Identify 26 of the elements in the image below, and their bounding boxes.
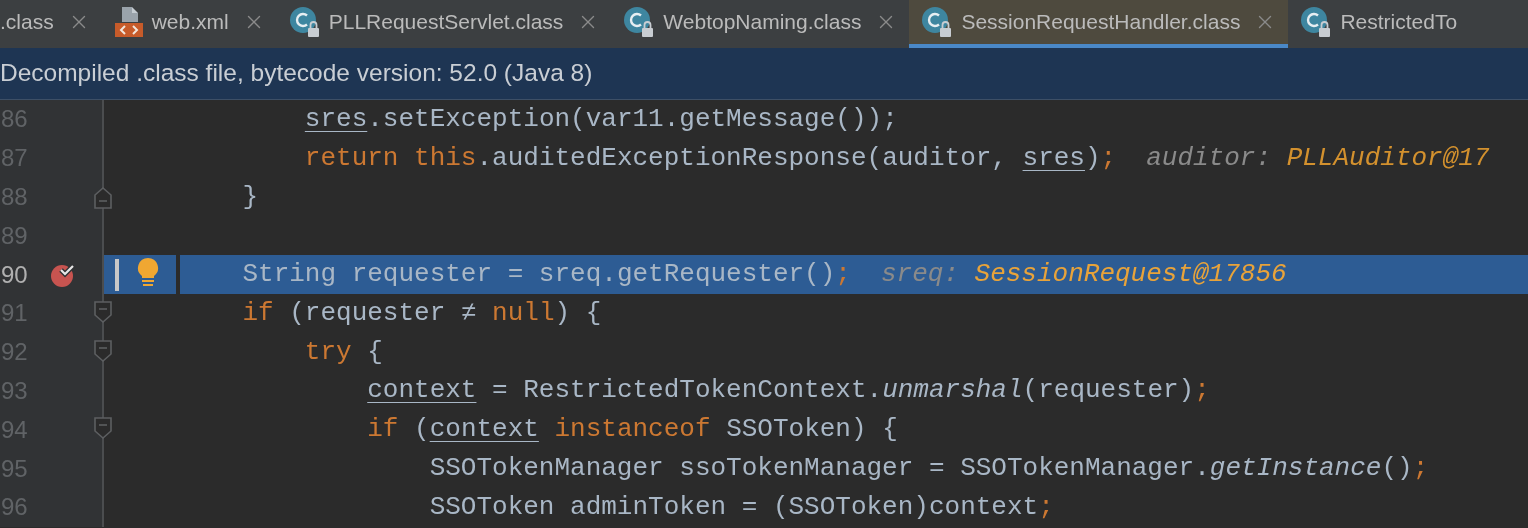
code-line: SSOToken adminToken = (SSOToken)context; <box>428 490 1054 524</box>
caret-bar-icon <box>115 258 119 291</box>
locked-class-icon <box>288 6 321 38</box>
fold-marker-icon[interactable] <box>93 300 113 324</box>
code-line: context = RestrictedTokenContext.unmarshal(requester); <box>366 374 1210 408</box>
locked-class-icon <box>1300 6 1333 38</box>
code-line: if (requester ≠ null) { <box>241 296 602 330</box>
code-line: SSOTokenManager ssoTokenManager = SSOTokenManager.getInstance(); <box>428 452 1429 486</box>
inline-value-hint: auditor: PLLAuditor@17 <box>1146 141 1490 175</box>
xml-file-icon <box>113 6 144 38</box>
code-line: try { <box>303 335 383 369</box>
locked-class-icon <box>921 6 954 38</box>
line-number: 90 <box>0 259 29 290</box>
code-line: sres.setException(var11.getMessage()); <box>303 102 898 136</box>
fold-marker-icon[interactable] <box>93 185 113 210</box>
fold-marker-icon[interactable] <box>93 338 113 363</box>
locked-class-icon <box>623 6 656 38</box>
inline-value-hint: sreq: SessionRequest@17856 <box>880 258 1287 292</box>
editor-tab[interactable]: SessionRequestHandler.class <box>909 0 1289 48</box>
code-line: if (context instanceof SSOToken) { <box>366 413 898 447</box>
code-line: } <box>241 180 259 214</box>
fold-marker-icon[interactable] <box>93 416 113 441</box>
code-line: String requester = sreq.getRequester(); <box>241 258 851 292</box>
lightbulb-icon[interactable] <box>137 256 159 287</box>
code-line: return this.auditedExceptionResponse(auditor, sres); <box>303 141 1117 175</box>
decompiled-banner: Decompiled .class file, bytecode version: 52.0 (Java 8) <box>0 48 1528 100</box>
